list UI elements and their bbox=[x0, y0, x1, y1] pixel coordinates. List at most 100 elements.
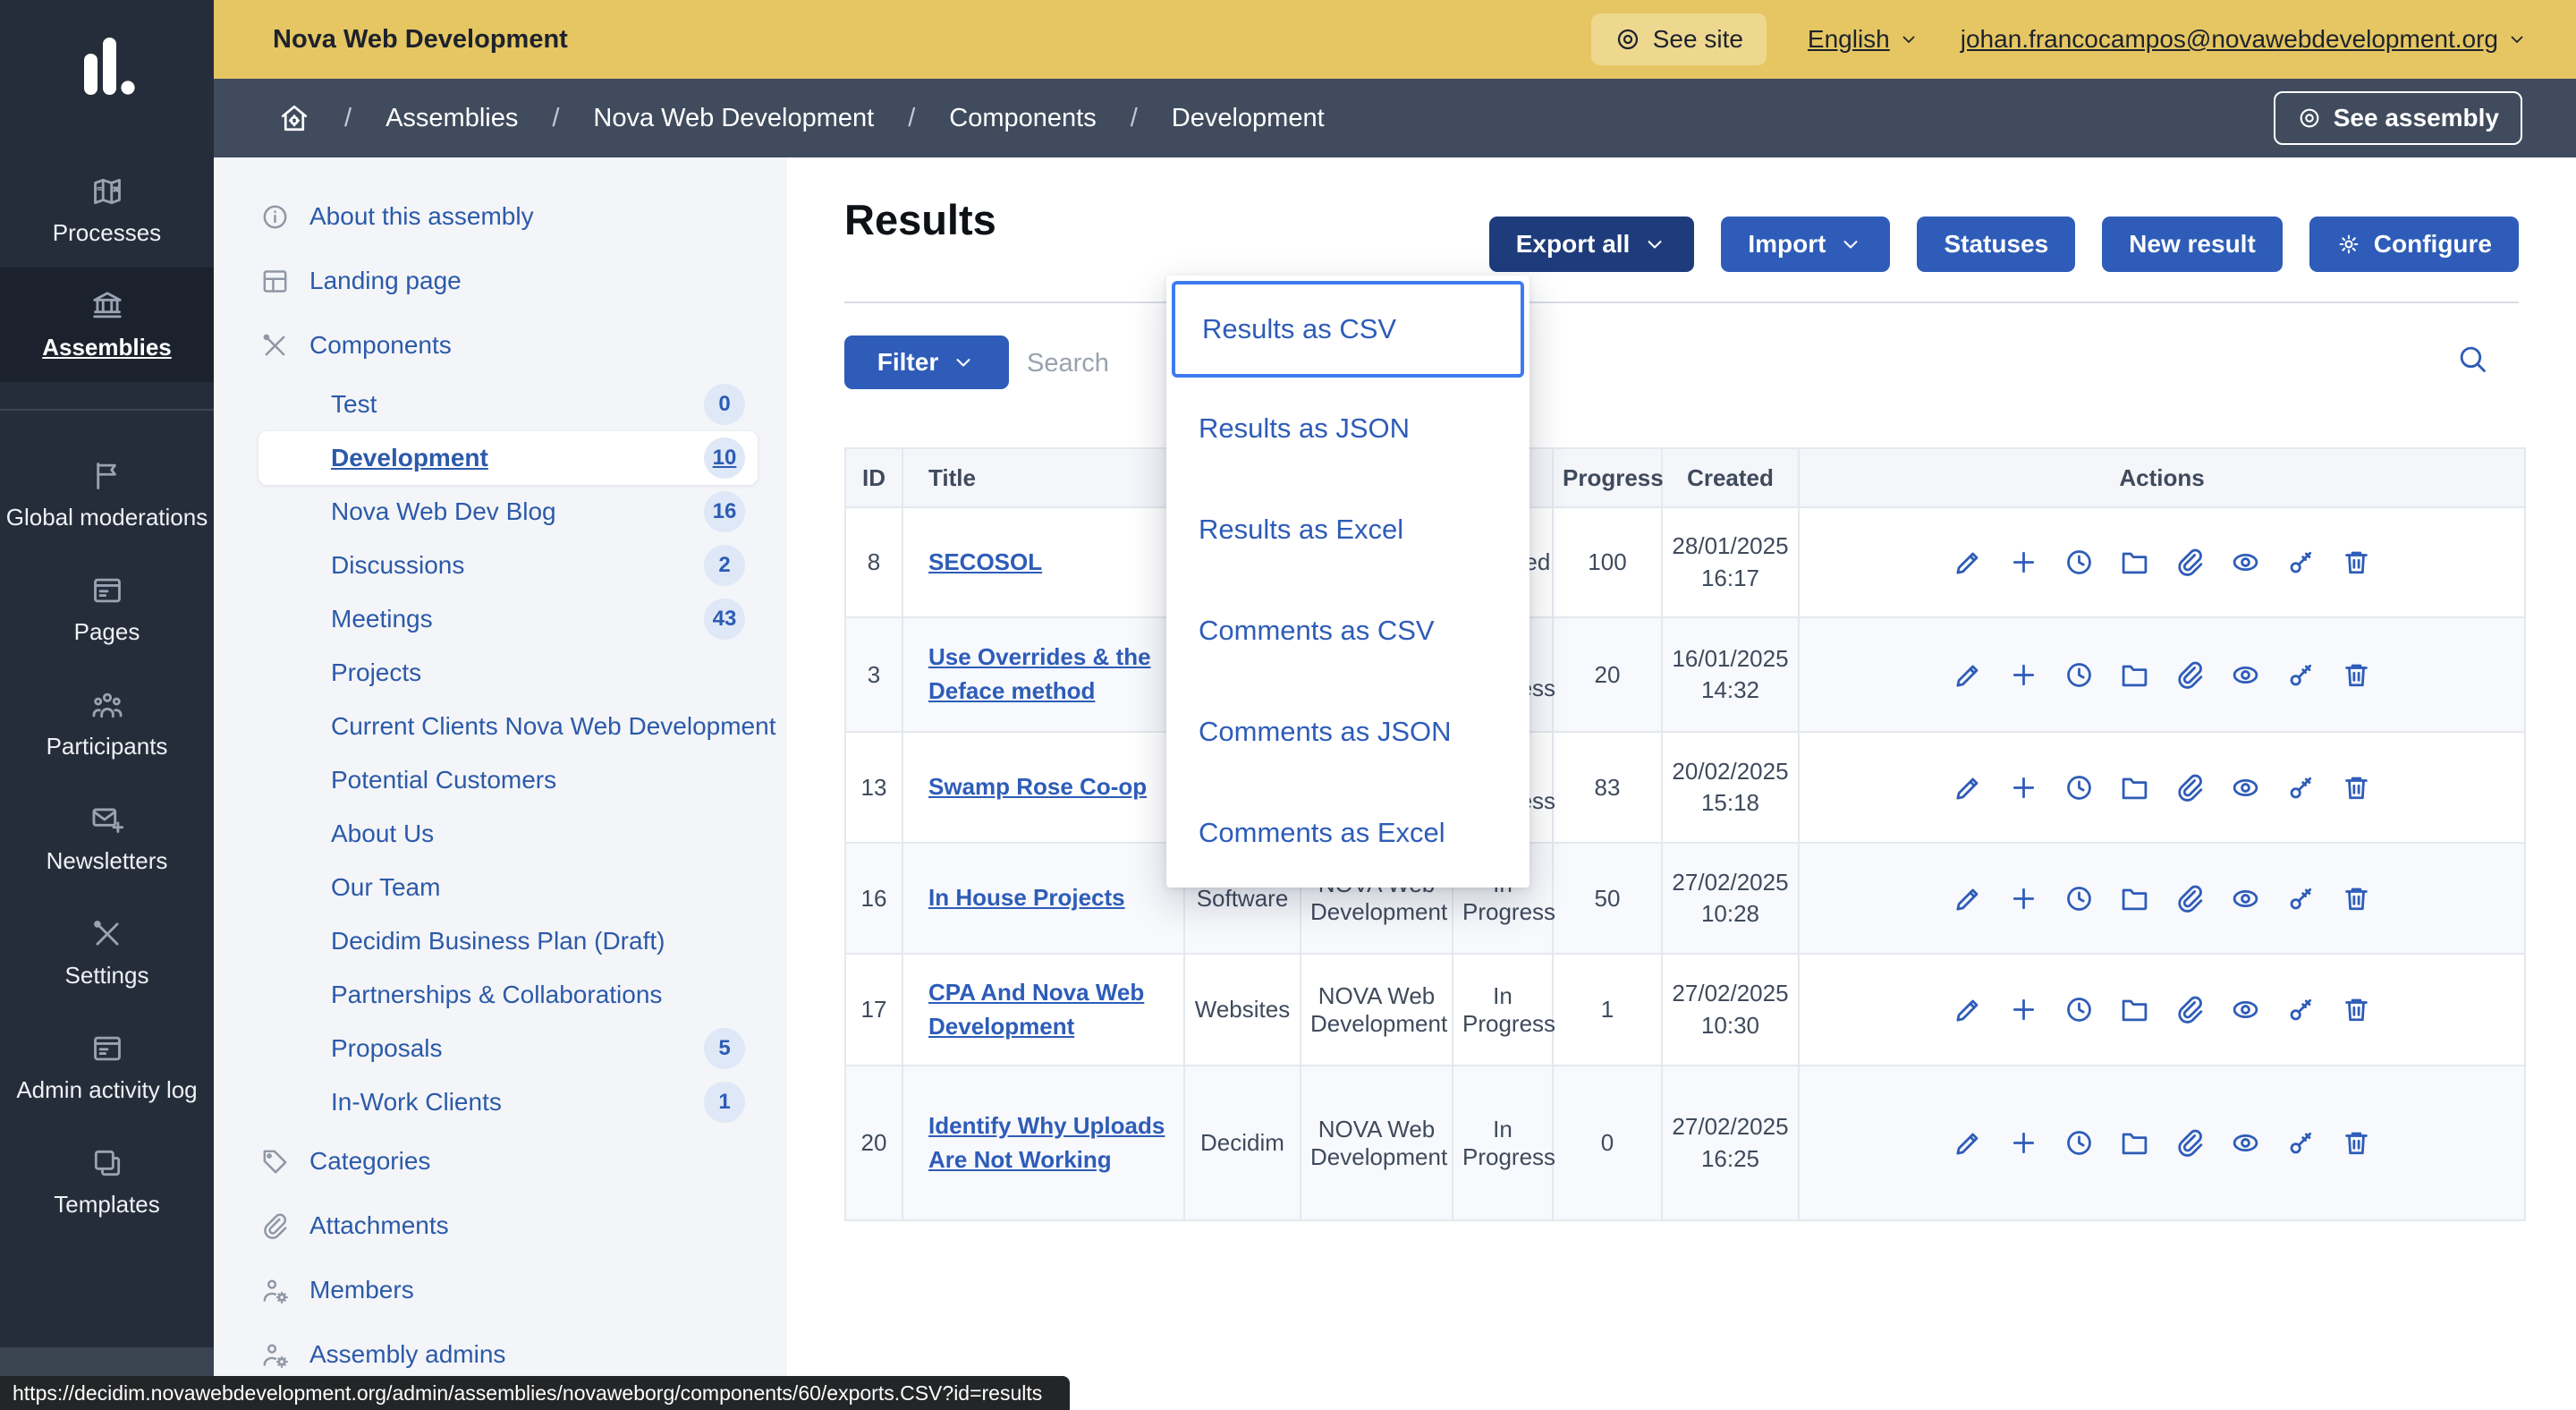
component-item-projects[interactable]: Projects bbox=[214, 646, 787, 700]
filter-button[interactable]: Filter bbox=[844, 336, 1009, 389]
breadcrumb-item-nova-web-development[interactable]: Nova Web Development bbox=[593, 104, 874, 133]
delete-trash-icon[interactable] bbox=[2341, 1127, 2372, 1159]
component-item-our-team[interactable]: Our Team bbox=[214, 861, 787, 914]
assembly-menu-item-landing-page[interactable]: Landing page bbox=[214, 249, 787, 313]
permissions-key-icon[interactable] bbox=[2285, 1127, 2317, 1159]
new-plus-icon[interactable] bbox=[2008, 772, 2039, 803]
attachments-clip-icon[interactable] bbox=[2174, 659, 2206, 691]
component-item-development[interactable]: Development10 bbox=[258, 431, 758, 485]
permissions-key-icon[interactable] bbox=[2285, 772, 2317, 803]
result-title-link[interactable]: CPA And Nova Web Development bbox=[928, 979, 1144, 1040]
sidebar-item-processes[interactable]: Processes bbox=[0, 153, 214, 268]
sidebar-item-participants[interactable]: Participants bbox=[0, 667, 214, 781]
delete-trash-icon[interactable] bbox=[2341, 883, 2372, 914]
sidebar-item-admin-activity-log[interactable]: Admin activity log bbox=[0, 1010, 214, 1125]
history-clock-icon[interactable] bbox=[2063, 994, 2095, 1025]
user-menu[interactable]: johan.francocampos@novawebdevelopment.or… bbox=[1961, 25, 2528, 54]
edit-pencil-icon[interactable] bbox=[1953, 659, 1984, 691]
component-item-nova-web-dev-blog[interactable]: Nova Web Dev Blog16 bbox=[214, 485, 787, 539]
history-clock-icon[interactable] bbox=[2063, 547, 2095, 578]
edit-pencil-icon[interactable] bbox=[1953, 547, 1984, 578]
result-title-link[interactable]: Swamp Rose Co-op bbox=[928, 773, 1147, 800]
assembly-menu-item-about-this-assembly[interactable]: About this assembly bbox=[214, 184, 787, 249]
history-clock-icon[interactable] bbox=[2063, 883, 2095, 914]
attachments-clip-icon[interactable] bbox=[2174, 547, 2206, 578]
assembly-menu-item-categories[interactable]: Categories bbox=[214, 1129, 787, 1193]
component-item-about-us[interactable]: About Us bbox=[214, 807, 787, 861]
component-item-test[interactable]: Test0 bbox=[214, 378, 787, 431]
attachments-clip-icon[interactable] bbox=[2174, 994, 2206, 1025]
delete-trash-icon[interactable] bbox=[2341, 659, 2372, 691]
export-menu-item-results-as-json[interactable]: Results as JSON bbox=[1166, 378, 1530, 479]
preview-preview-eye-icon[interactable] bbox=[2230, 772, 2261, 803]
project-folder-icon[interactable] bbox=[2119, 772, 2150, 803]
result-title-link[interactable]: SECOSOL bbox=[928, 548, 1042, 575]
preview-preview-eye-icon[interactable] bbox=[2230, 994, 2261, 1025]
see-site-button[interactable]: See site bbox=[1591, 13, 1767, 65]
sidebar-item-global-moderations[interactable]: Global moderations bbox=[0, 437, 214, 552]
permissions-key-icon[interactable] bbox=[2285, 547, 2317, 578]
attachments-clip-icon[interactable] bbox=[2174, 883, 2206, 914]
new-plus-icon[interactable] bbox=[2008, 659, 2039, 691]
assembly-menu-item-attachments[interactable]: Attachments bbox=[214, 1193, 787, 1258]
sidebar-item-newsletters[interactable]: Newsletters bbox=[0, 781, 214, 896]
export-menu-item-comments-as-json[interactable]: Comments as JSON bbox=[1166, 681, 1530, 782]
component-item-potential-customers[interactable]: Potential Customers bbox=[214, 753, 787, 807]
component-item-current-clients-nova-web-development[interactable]: Current Clients Nova Web Development bbox=[214, 700, 787, 753]
attachments-clip-icon[interactable] bbox=[2174, 772, 2206, 803]
edit-pencil-icon[interactable] bbox=[1953, 772, 1984, 803]
attachments-clip-icon[interactable] bbox=[2174, 1127, 2206, 1159]
import-button[interactable]: Import bbox=[1721, 217, 1890, 272]
preview-preview-eye-icon[interactable] bbox=[2230, 883, 2261, 914]
delete-trash-icon[interactable] bbox=[2341, 994, 2372, 1025]
preview-preview-eye-icon[interactable] bbox=[2230, 547, 2261, 578]
edit-pencil-icon[interactable] bbox=[1953, 1127, 1984, 1159]
preview-preview-eye-icon[interactable] bbox=[2230, 1127, 2261, 1159]
export-menu-item-results-as-csv[interactable]: Results as CSV bbox=[1172, 281, 1524, 378]
statuses-button[interactable]: Statuses bbox=[1917, 217, 2075, 272]
project-folder-icon[interactable] bbox=[2119, 994, 2150, 1025]
see-assembly-button[interactable]: See assembly bbox=[2274, 91, 2522, 145]
project-folder-icon[interactable] bbox=[2119, 1127, 2150, 1159]
component-item-in-work-clients[interactable]: In-Work Clients1 bbox=[214, 1075, 787, 1129]
result-title-link[interactable]: In House Projects bbox=[928, 884, 1125, 911]
edit-pencil-icon[interactable] bbox=[1953, 994, 1984, 1025]
edit-pencil-icon[interactable] bbox=[1953, 883, 1984, 914]
export-all-button[interactable]: Export all bbox=[1489, 217, 1695, 272]
breadcrumb-item-assemblies[interactable]: Assemblies bbox=[386, 104, 518, 133]
assembly-menu-item-components[interactable]: Components bbox=[214, 313, 787, 378]
export-menu-item-comments-as-csv[interactable]: Comments as CSV bbox=[1166, 580, 1530, 681]
assembly-menu-item-members[interactable]: Members bbox=[214, 1258, 787, 1322]
component-item-meetings[interactable]: Meetings43 bbox=[214, 592, 787, 646]
project-folder-icon[interactable] bbox=[2119, 659, 2150, 691]
delete-trash-icon[interactable] bbox=[2341, 772, 2372, 803]
project-folder-icon[interactable] bbox=[2119, 547, 2150, 578]
component-item-partnerships-collaborations[interactable]: Partnerships & Collaborations bbox=[214, 968, 787, 1022]
search-icon[interactable] bbox=[2455, 342, 2489, 376]
history-clock-icon[interactable] bbox=[2063, 772, 2095, 803]
new-plus-icon[interactable] bbox=[2008, 994, 2039, 1025]
component-item-discussions[interactable]: Discussions2 bbox=[214, 539, 787, 592]
preview-preview-eye-icon[interactable] bbox=[2230, 659, 2261, 691]
new-plus-icon[interactable] bbox=[2008, 547, 2039, 578]
permissions-key-icon[interactable] bbox=[2285, 883, 2317, 914]
new-plus-icon[interactable] bbox=[2008, 1127, 2039, 1159]
breadcrumb-item-development[interactable]: Development bbox=[1172, 104, 1325, 133]
delete-trash-icon[interactable] bbox=[2341, 547, 2372, 578]
decidim-logo[interactable] bbox=[0, 38, 214, 95]
sidebar-item-templates[interactable]: Templates bbox=[0, 1125, 214, 1239]
configure-button[interactable]: Configure bbox=[2309, 217, 2519, 272]
result-title-link[interactable]: Use Overrides & the Deface method bbox=[928, 643, 1151, 704]
sidebar-item-assemblies[interactable]: Assemblies bbox=[0, 268, 214, 382]
sidebar-item-pages[interactable]: Pages bbox=[0, 552, 214, 667]
breadcrumb-item-components[interactable]: Components bbox=[949, 104, 1096, 133]
sidebar-item-settings[interactable]: Settings bbox=[0, 896, 214, 1010]
home-gear-icon[interactable] bbox=[278, 102, 310, 134]
export-menu-item-results-as-excel[interactable]: Results as Excel bbox=[1166, 479, 1530, 580]
project-folder-icon[interactable] bbox=[2119, 883, 2150, 914]
permissions-key-icon[interactable] bbox=[2285, 659, 2317, 691]
history-clock-icon[interactable] bbox=[2063, 1127, 2095, 1159]
language-selector[interactable]: English bbox=[1808, 25, 1919, 54]
component-item-proposals[interactable]: Proposals5 bbox=[214, 1022, 787, 1075]
export-menu-item-comments-as-excel[interactable]: Comments as Excel bbox=[1166, 782, 1530, 883]
